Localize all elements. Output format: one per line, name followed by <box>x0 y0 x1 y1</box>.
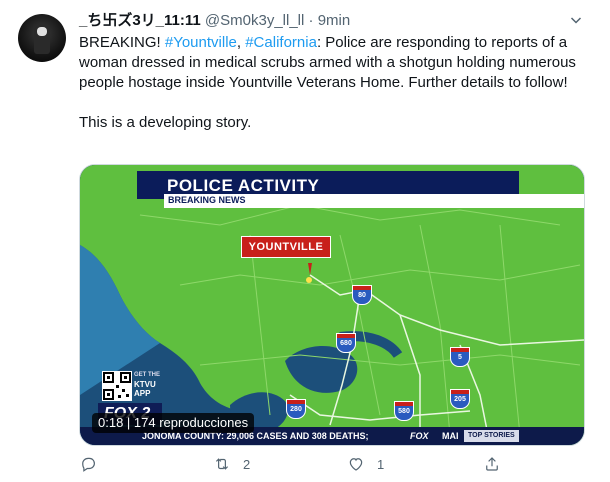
separator-dot: · <box>308 12 314 29</box>
tweet-text: BREAKING! #Yountville, #California: Poli… <box>79 33 589 133</box>
retweet-count: 2 <box>243 456 251 472</box>
qr-code-icon <box>102 371 132 401</box>
video-player[interactable]: POLICE ACTIVITY BREAKING NEWS YOUNTVILLE… <box>79 164 585 446</box>
location-pin-label: YOUNTVILLE <box>241 236 331 258</box>
highway-280-shield: 280 <box>286 399 306 419</box>
avatar-face <box>37 27 47 36</box>
ticker-top-stories: TOP STORIES <box>464 430 519 442</box>
tweet-footer: This is a developing story. <box>79 114 252 131</box>
tweet-body: BREAKING! #Yountville, #California: Poli… <box>79 33 589 93</box>
like-count: 1 <box>377 456 385 472</box>
more-icon <box>570 17 582 24</box>
avatar[interactable] <box>18 14 66 62</box>
display-name[interactable]: _ち卐ズ3リ_11:11 <box>79 12 201 29</box>
app-name-app: APP <box>134 389 151 398</box>
more-button[interactable] <box>564 11 588 31</box>
breaking-news-bar: BREAKING NEWS <box>164 194 584 208</box>
timestamp[interactable]: 9min <box>318 12 351 29</box>
breaking-label: BREAKING NEWS <box>168 195 246 205</box>
highway-5-shield: 5 <box>450 347 470 367</box>
hashtag-california[interactable]: #California <box>245 34 317 51</box>
app-label: GET THE <box>134 372 161 378</box>
tweet-actions: 2 1 <box>79 452 499 476</box>
video-views-badge: 0:18 | 174 reproducciones <box>92 413 255 433</box>
highway-680-shield: 680 <box>336 333 356 353</box>
share-icon <box>486 457 498 471</box>
highway-205-shield: 205 <box>450 389 470 409</box>
highway-580-shield: 580 <box>394 401 414 421</box>
ticker-fox: FOX <box>410 431 429 441</box>
ktvu-app-promo: GET THE KTVU APP <box>134 371 162 403</box>
user-handle[interactable]: @Sm0k3y_ll_ll <box>205 12 304 29</box>
heart-icon <box>349 458 363 471</box>
retweet-button[interactable]: 2 <box>213 452 250 476</box>
banner-title: POLICE ACTIVITY <box>167 176 320 195</box>
highway-80-shield: 80 <box>352 285 372 305</box>
reply-icon <box>82 457 95 472</box>
app-name-ktvu: KTVU <box>134 380 156 389</box>
hashtag-yountville[interactable]: #Yountville <box>165 34 237 51</box>
reply-button[interactable] <box>79 452 109 476</box>
tweet-header: _ち卐ズ3リ_11:11 @Sm0k3y_ll_ll · 9min <box>79 11 560 31</box>
text-prefix: BREAKING! <box>79 34 165 51</box>
text-comma: , <box>236 34 246 51</box>
like-button[interactable]: 1 <box>347 452 384 476</box>
ticker-more: MAI <box>442 431 459 441</box>
retweet-icon <box>215 458 229 470</box>
share-button[interactable] <box>483 452 501 476</box>
